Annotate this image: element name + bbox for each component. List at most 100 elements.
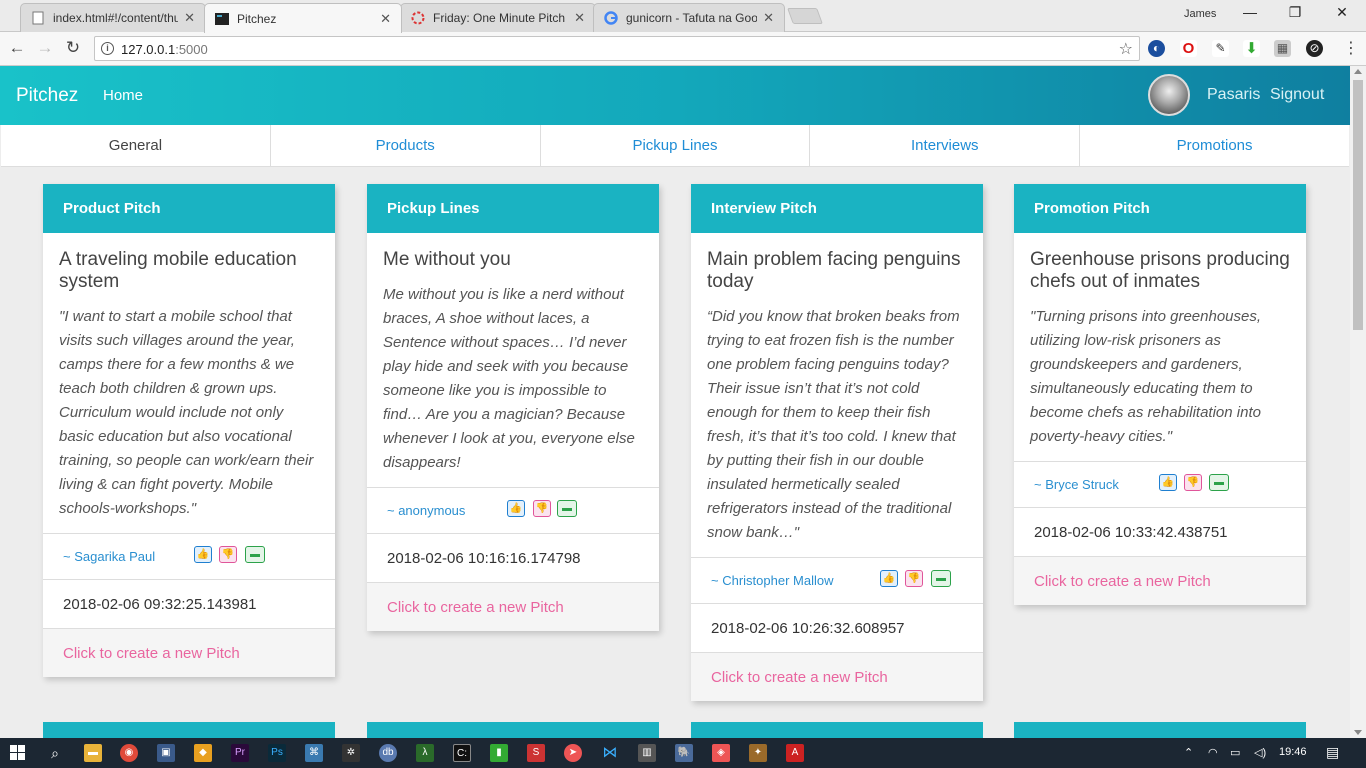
author-link[interactable]: ~ Bryce Struck bbox=[1034, 477, 1119, 492]
new-tab-button[interactable] bbox=[787, 8, 823, 24]
author-link[interactable]: ~ Christopher Mallow bbox=[711, 573, 833, 588]
mongodb-icon[interactable]: ▮ bbox=[490, 744, 508, 762]
forward-icon[interactable]: → bbox=[34, 38, 56, 58]
close-window-icon[interactable]: ✕ bbox=[1332, 4, 1352, 21]
tab-promotions[interactable]: Promotions bbox=[1079, 125, 1349, 167]
comment-icon[interactable]: ▬ bbox=[557, 500, 577, 517]
photoshop-icon[interactable]: Ps bbox=[268, 744, 286, 762]
comment-icon[interactable]: ▬ bbox=[245, 546, 265, 563]
close-icon[interactable]: ✕ bbox=[184, 10, 195, 26]
tab-products[interactable]: Products bbox=[269, 125, 540, 167]
thumbs-up-icon[interactable]: 👍 bbox=[1159, 474, 1177, 491]
profile-name[interactable]: James bbox=[1184, 8, 1216, 20]
author-link[interactable]: ~ Sagarika Paul bbox=[63, 549, 155, 564]
opera-icon[interactable]: O bbox=[1180, 40, 1197, 57]
browser-tab-index[interactable]: index.html#!/content/thu ✕ bbox=[20, 3, 206, 32]
search-icon[interactable]: ⌕ bbox=[46, 744, 64, 762]
address-bar[interactable]: i 127.0.0.1:5000 ☆ bbox=[94, 36, 1140, 61]
thumbs-down-icon[interactable]: 👎 bbox=[1184, 474, 1202, 491]
browser-tab-pitchez[interactable]: Pitchez ✕ bbox=[204, 3, 402, 33]
premiere-icon[interactable]: Pr bbox=[231, 744, 249, 762]
signout-link[interactable]: Signout bbox=[1270, 86, 1324, 104]
cmd-icon[interactable]: C: bbox=[453, 744, 471, 762]
scrollbar-thumb[interactable] bbox=[1353, 80, 1363, 330]
bookmark-star-icon[interactable]: ☆ bbox=[1119, 39, 1133, 59]
minimize-icon[interactable]: — bbox=[1240, 4, 1260, 20]
create-pitch-link[interactable]: Click to create a new Pitch bbox=[43, 628, 335, 677]
settings-icon[interactable]: ✲ bbox=[342, 744, 360, 762]
clock-time[interactable]: 19:46 bbox=[1279, 746, 1307, 758]
volume-icon[interactable]: ◁) bbox=[1254, 746, 1266, 759]
create-pitch-link[interactable]: Click to create a new Pitch bbox=[691, 652, 983, 701]
home-link[interactable]: Home bbox=[103, 87, 143, 104]
chrome-icon[interactable]: ◉ bbox=[120, 744, 138, 762]
database-icon[interactable]: db bbox=[379, 744, 397, 762]
site-brand[interactable]: Pitchez bbox=[16, 85, 78, 107]
pdf-icon[interactable]: A bbox=[786, 744, 804, 762]
sourcetree-icon[interactable]: ◆ bbox=[194, 744, 212, 762]
sublime-icon[interactable]: S bbox=[527, 744, 545, 762]
thumbs-down-icon[interactable]: 👎 bbox=[533, 500, 551, 517]
card-header: Pickup Lines bbox=[367, 184, 659, 233]
git-icon[interactable]: ◈ bbox=[712, 744, 730, 762]
scroll-down-icon[interactable] bbox=[1354, 730, 1362, 735]
lambda-icon[interactable]: λ bbox=[416, 744, 434, 762]
extension-globe-icon[interactable]: ◐ bbox=[1148, 40, 1165, 57]
tab-pickup-lines[interactable]: Pickup Lines bbox=[539, 125, 810, 167]
thumbs-down-icon[interactable]: 👎 bbox=[219, 546, 237, 563]
scroll-up-icon[interactable] bbox=[1354, 69, 1362, 74]
close-icon[interactable]: ✕ bbox=[763, 10, 774, 26]
pitch-card: Pickup Lines Me without you Me without y… bbox=[367, 184, 659, 631]
create-pitch-link[interactable]: Click to create a new Pitch bbox=[367, 582, 659, 631]
pitch-title: Me without you bbox=[383, 249, 511, 270]
tab-interviews[interactable]: Interviews bbox=[809, 125, 1079, 167]
tray-chevron-icon[interactable]: ⌃ bbox=[1184, 746, 1193, 759]
wifi-icon[interactable]: ◠ bbox=[1208, 746, 1218, 759]
postman-icon[interactable]: ➤ bbox=[564, 744, 582, 762]
pitch-card: Interview Pitch Main problem facing peng… bbox=[691, 184, 983, 701]
eyedropper-icon[interactable]: ✎ bbox=[1212, 40, 1229, 57]
thumbs-up-icon[interactable]: 👍 bbox=[507, 500, 525, 517]
python-icon[interactable]: ⌘ bbox=[305, 744, 323, 762]
thumbs-down-icon[interactable]: 👎 bbox=[905, 570, 923, 587]
user-avatar[interactable] bbox=[1148, 74, 1190, 116]
store-icon[interactable]: ▣ bbox=[157, 744, 175, 762]
browser-toolbar: ← → ↻ i 127.0.0.1:5000 ☆ ◐ O ✎ ⬇ ▦ ⊘ ⋮ bbox=[0, 32, 1366, 66]
thumbs-up-icon[interactable]: 👍 bbox=[194, 546, 212, 563]
battery-icon[interactable]: ▭ bbox=[1230, 746, 1240, 759]
page-scrollbar[interactable] bbox=[1350, 66, 1366, 738]
close-icon[interactable]: ✕ bbox=[380, 11, 391, 27]
windows-taskbar: ⌕ ▬ ◉ ▣ ◆ Pr Ps ⌘ ✲ db λ C: ▮ S ➤ ⋈ ▥ 🐘 … bbox=[0, 738, 1366, 768]
back-icon[interactable]: ← bbox=[6, 38, 28, 58]
create-pitch-link[interactable]: Click to create a new Pitch bbox=[1014, 556, 1306, 605]
browser-tab-gunicorn[interactable]: gunicorn - Tafuta na Goo ✕ bbox=[593, 3, 785, 32]
app-icon[interactable]: ▥ bbox=[638, 744, 656, 762]
notifications-icon[interactable]: ▤ bbox=[1326, 744, 1339, 761]
reload-icon[interactable]: ↻ bbox=[62, 38, 84, 58]
postgres-icon[interactable]: 🐘 bbox=[675, 744, 693, 762]
grid-extension-icon[interactable]: ▦ bbox=[1274, 40, 1291, 57]
info-icon[interactable]: i bbox=[101, 42, 114, 55]
card-header-stub bbox=[367, 722, 659, 738]
menu-dots-icon[interactable]: ⋮ bbox=[1340, 38, 1362, 58]
tab-general[interactable]: General bbox=[1, 125, 270, 167]
vscode-icon[interactable]: ⋈ bbox=[601, 744, 619, 762]
comment-icon[interactable]: ▬ bbox=[1209, 474, 1229, 491]
username-link[interactable]: Pasaris bbox=[1207, 86, 1260, 104]
comment-icon[interactable]: ▬ bbox=[931, 570, 951, 587]
restore-icon[interactable]: ❐ bbox=[1285, 4, 1305, 21]
url-text[interactable]: 127.0.0.1:5000 bbox=[121, 42, 208, 57]
blocker-icon[interactable]: ⊘ bbox=[1306, 40, 1323, 57]
thumbs-up-icon[interactable]: 👍 bbox=[880, 570, 898, 587]
pitch-text: “Did you know that broken beaks from try… bbox=[707, 308, 960, 541]
card-header-stub bbox=[43, 722, 335, 738]
file-explorer-icon[interactable]: ▬ bbox=[84, 744, 102, 762]
windows-start-icon[interactable] bbox=[10, 745, 26, 761]
author-link[interactable]: ~ anonymous bbox=[387, 503, 465, 518]
game-icon[interactable]: ✦ bbox=[749, 744, 767, 762]
download-arrow-icon[interactable]: ⬇ bbox=[1243, 40, 1260, 57]
card-header: Product Pitch bbox=[43, 184, 335, 233]
close-icon[interactable]: ✕ bbox=[574, 10, 585, 26]
browser-tab-friday[interactable]: Friday: One Minute Pitch ✕ bbox=[400, 3, 596, 32]
category-tabs: General Products Pickup Lines Interviews… bbox=[1, 125, 1349, 167]
